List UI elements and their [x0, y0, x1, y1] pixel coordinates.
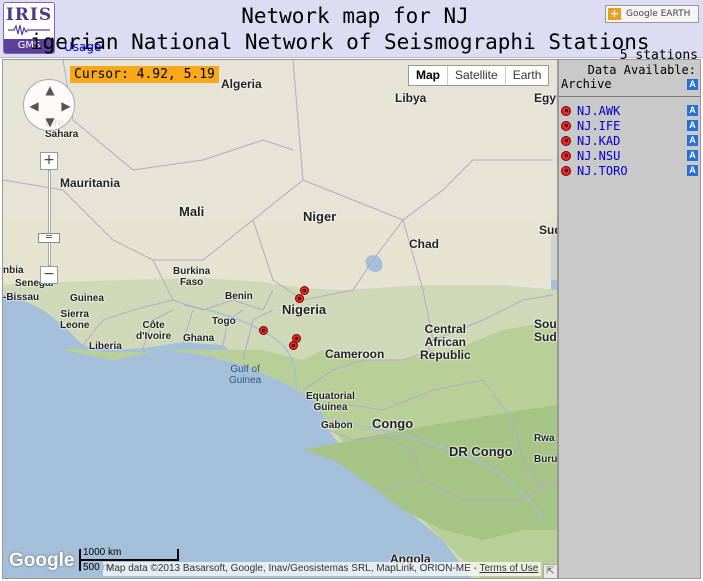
cursor-coordinates: Cursor: 4.92, 5.19 — [70, 66, 219, 83]
station-marker-icon — [561, 120, 571, 131]
station-row[interactable]: NJ.AWK A — [561, 103, 698, 118]
stations-panel: 5 stations Data Available: Archive A NJ.… — [558, 49, 701, 579]
label-nigeria: Nigeria — [282, 302, 327, 317]
label-gambia: nbia — [3, 265, 24, 276]
label-egypt: Egyp — [534, 91, 557, 105]
zoom-in-button[interactable]: + — [40, 152, 58, 170]
label-burundi: Buru — [534, 454, 558, 465]
station-code-link[interactable]: NJ.IFE — [577, 119, 687, 133]
label-congo: Congo — [372, 416, 414, 431]
label-central-african-republic: Central African Republic — [420, 322, 471, 362]
station-row[interactable]: NJ.IFE A — [561, 118, 698, 133]
label-guinea: Guinea — [70, 293, 104, 304]
station-row[interactable]: NJ.TORO A — [561, 163, 698, 178]
label-algeria: Algeria — [221, 77, 262, 91]
label-liberia: Liberia — [89, 341, 122, 352]
station-marker-icon — [561, 135, 571, 146]
label-south-sudan: Sou Suda — [534, 317, 557, 344]
attribution-text: Map data ©2013 Basarsoft, Google, Inav/G… — [106, 563, 480, 574]
label-gabon: Gabon — [321, 420, 353, 431]
map-type-map-button[interactable]: Map — [409, 66, 448, 85]
archive-label: Archive — [561, 77, 612, 91]
panel-header: 5 stations Data Available: Archive A — [559, 49, 700, 97]
station-code-link[interactable]: NJ.KAD — [577, 134, 687, 148]
archive-available-icon[interactable]: A — [687, 105, 698, 116]
label-libya: Libya — [395, 91, 427, 105]
label-rwanda: Rwa — [534, 433, 555, 444]
station-code-link[interactable]: NJ.AWK — [577, 104, 687, 118]
zoom-out-button[interactable]: − — [40, 266, 58, 284]
label-ghana: Ghana — [183, 333, 215, 344]
pan-control: ▲ ◀ ▶ ▼ — [23, 79, 75, 131]
label-gulf-of-guinea: Gulf of Guinea — [229, 364, 262, 386]
station-marker-toro[interactable] — [295, 294, 304, 303]
map-attribution: Map data ©2013 Basarsoft, Google, Inav/G… — [103, 562, 542, 576]
station-marker-icon — [561, 150, 571, 161]
label-niger: Niger — [303, 209, 337, 224]
label-togo: Togo — [212, 316, 236, 327]
label-mali: Mali — [179, 204, 205, 219]
scale-km: 1000 km — [83, 547, 122, 558]
station-marker-icon — [561, 165, 571, 176]
station-count: 5 stations — [619, 48, 698, 63]
pan-up-icon[interactable]: ▲ — [43, 83, 57, 97]
label-dr-congo: DR Congo — [449, 444, 513, 459]
station-marker-ife[interactable] — [259, 326, 268, 335]
station-code-link[interactable]: NJ.TORO — [577, 164, 687, 178]
label-guinea-bissau: -Bissau — [3, 292, 40, 303]
zoom-slider-track[interactable] — [48, 170, 51, 266]
pan-right-icon[interactable]: ▶ — [59, 99, 73, 113]
map-type-earth-button[interactable]: Earth — [505, 66, 549, 85]
pan-down-icon[interactable]: ▼ — [43, 115, 57, 129]
station-marker-awk[interactable] — [289, 341, 298, 350]
label-benin: Benin — [225, 291, 253, 302]
map-type-satellite-button[interactable]: Satellite — [448, 66, 506, 85]
archive-available-icon[interactable]: A — [687, 150, 698, 161]
label-cote-divoire: Côte d'Ivoire — [136, 320, 172, 342]
archive-available-icon[interactable]: A — [687, 165, 698, 176]
station-row[interactable]: NJ.KAD A — [561, 133, 698, 148]
label-chad: Chad — [409, 237, 439, 251]
network-map[interactable]: Algeria Libya Egyp tern Sahara Mauritani… — [2, 59, 558, 579]
label-cameroon: Cameroon — [325, 347, 385, 361]
google-earth-earth-text: EARTH — [660, 9, 691, 19]
logo-text: IRIS — [5, 5, 53, 25]
resize-corner-icon[interactable]: ⇱ — [543, 564, 557, 578]
station-code-link[interactable]: NJ.NSU — [577, 149, 687, 163]
map-type-control: Map Satellite Earth — [408, 65, 550, 86]
google-logo[interactable]: Google — [9, 550, 74, 572]
station-row[interactable]: NJ.NSU A — [561, 148, 698, 163]
google-earth-google-text: Google — [626, 9, 658, 19]
station-marker-icon — [561, 105, 571, 116]
label-sierra-leone: Sierra Leone — [60, 309, 90, 331]
plus-icon: + — [608, 7, 621, 20]
google-earth-button[interactable]: + Google EARTH — [605, 5, 699, 23]
label-mauritania: Mauritania — [60, 176, 121, 190]
label-burkina-faso: Burkina Faso — [173, 266, 211, 288]
archive-badge-icon: A — [687, 78, 698, 90]
label-sudan: Sud — [539, 223, 557, 237]
page-title: Network map for NJ — [241, 4, 469, 28]
station-list: NJ.AWK A NJ.IFE A NJ.KAD A NJ.NSU A NJ.T… — [559, 103, 700, 178]
usage-link[interactable]: Usage — [64, 40, 101, 54]
archive-available-icon[interactable]: A — [687, 135, 698, 146]
data-available-label: Data Available: — [587, 63, 696, 77]
archive-available-icon[interactable]: A — [687, 120, 698, 131]
zoom-slider-handle[interactable]: ═ — [38, 233, 60, 243]
terms-of-use-link[interactable]: Terms of Use — [479, 563, 538, 574]
pan-left-icon[interactable]: ◀ — [27, 99, 41, 113]
label-equatorial-guinea: Equatorial Guinea — [306, 391, 355, 413]
